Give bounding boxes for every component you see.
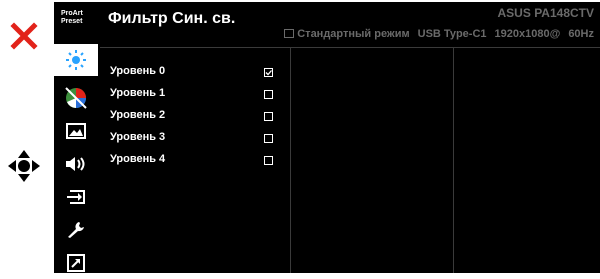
level-label: Уровень 4 bbox=[110, 153, 166, 165]
level-label: Уровень 1 bbox=[110, 87, 166, 99]
level-checkbox[interactable] bbox=[264, 134, 273, 143]
check-icon bbox=[265, 70, 272, 76]
mode-status: Стандартный режим bbox=[284, 28, 410, 40]
level-checkbox[interactable] bbox=[264, 112, 273, 121]
proart-label: ProArt bbox=[61, 10, 83, 17]
mode-icon bbox=[284, 29, 295, 38]
level-label: Уровень 3 bbox=[110, 131, 166, 143]
sidebar-item-system-setup[interactable] bbox=[54, 214, 98, 246]
sidebar-item-image[interactable] bbox=[54, 115, 98, 147]
level-option-1[interactable]: Уровень 1 bbox=[110, 84, 290, 106]
osd-sidebar: ProArt Preset bbox=[54, 2, 98, 273]
header-divider bbox=[100, 47, 600, 48]
level-checkbox[interactable] bbox=[264, 90, 273, 99]
preset-label: Preset bbox=[61, 18, 83, 25]
refresh-status: 60Hz bbox=[568, 28, 594, 40]
mode-label: Стандартный режим bbox=[297, 28, 410, 40]
blue-light-level-list: Уровень 0 Уровень 1 Уровень 2 Уровень 3 … bbox=[110, 62, 290, 172]
column-divider bbox=[453, 48, 454, 273]
color-icon bbox=[65, 87, 87, 109]
input-status: USB Type-C1 bbox=[417, 28, 487, 40]
level-option-2[interactable]: Уровень 2 bbox=[110, 106, 290, 128]
column-divider bbox=[290, 48, 291, 273]
model-name: ASUS PA148CTV bbox=[497, 6, 594, 20]
close-icon[interactable] bbox=[10, 22, 38, 50]
level-label: Уровень 2 bbox=[110, 109, 166, 121]
image-icon bbox=[66, 123, 86, 139]
sound-icon bbox=[66, 157, 85, 171]
status-bar: Стандартный режим USB Type-C1 1920x1080@… bbox=[284, 28, 594, 40]
sidebar-item-input-select[interactable] bbox=[54, 181, 98, 213]
shortcut-icon bbox=[67, 254, 85, 272]
input-select-icon bbox=[67, 190, 85, 204]
control-strip bbox=[0, 0, 47, 273]
sidebar-item-color[interactable] bbox=[54, 82, 98, 114]
level-option-3[interactable]: Уровень 3 bbox=[110, 128, 290, 150]
level-option-0[interactable]: Уровень 0 bbox=[110, 62, 290, 84]
sidebar-item-shortcut[interactable] bbox=[54, 247, 98, 279]
level-checkbox[interactable] bbox=[264, 156, 273, 165]
sidebar-item-sound[interactable] bbox=[54, 148, 98, 180]
resolution-status: 1920x1080@ bbox=[494, 28, 561, 40]
page-title: Фильтр Син. св. bbox=[108, 10, 236, 27]
level-checkbox[interactable] bbox=[264, 68, 273, 77]
osd-panel: ProArt Preset Фильтр Син. св. ASUS PA148… bbox=[54, 2, 600, 273]
osd-header: Фильтр Син. св. ASUS PA148CTV Стандартны… bbox=[100, 2, 600, 46]
level-label: Уровень 0 bbox=[110, 65, 166, 77]
system-setup-icon bbox=[68, 222, 84, 238]
blue-light-icon bbox=[66, 50, 86, 70]
level-option-4[interactable]: Уровень 4 bbox=[110, 150, 290, 172]
navigation-icon[interactable] bbox=[6, 148, 42, 184]
sidebar-item-blue-light[interactable] bbox=[54, 44, 98, 76]
proart-preset-badge[interactable]: ProArt Preset bbox=[54, 2, 98, 42]
